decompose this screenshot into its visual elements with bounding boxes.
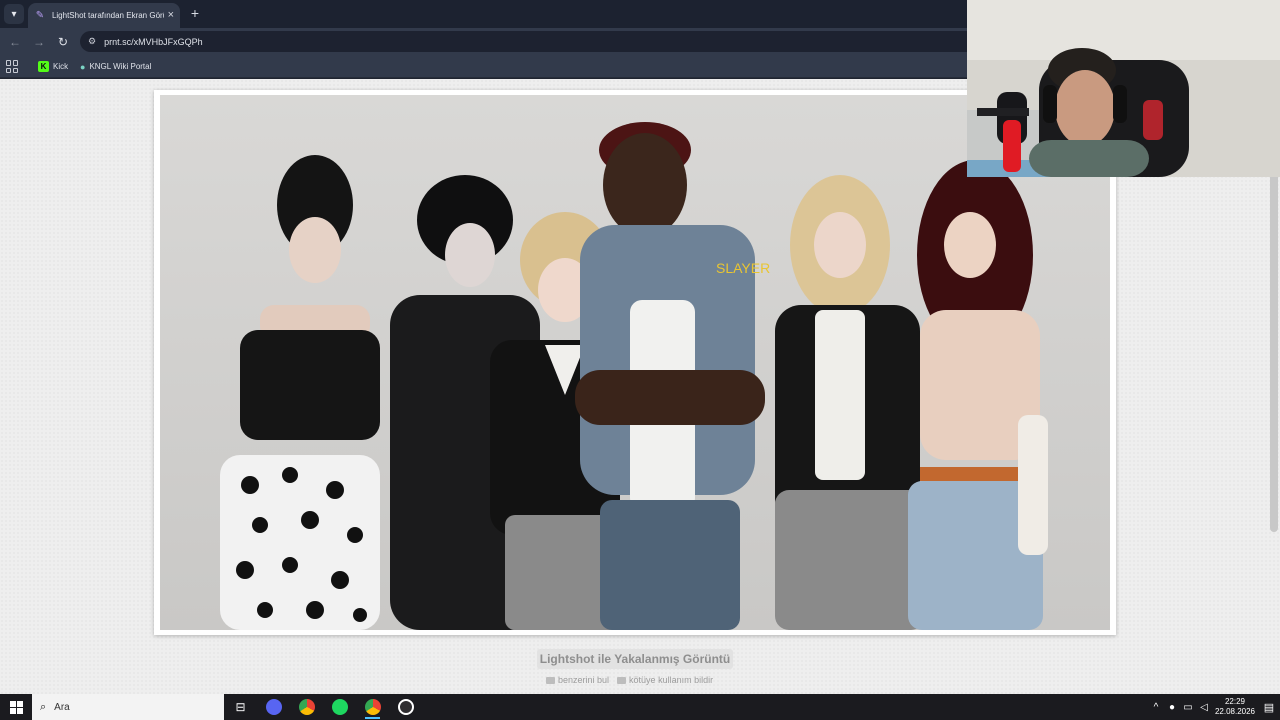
page-caption: Lightshot ile Yakalanmış Görüntü <box>537 649 733 669</box>
find-similar-link[interactable]: benzerini bul <box>546 675 609 685</box>
report-abuse-label: kötüye kullanım bildir <box>629 675 714 685</box>
bookmark-label: Kick <box>53 62 69 71</box>
back-arrow-icon[interactable]: ← <box>6 33 24 51</box>
spotify-icon[interactable] <box>323 694 356 720</box>
tab-active[interactable]: ✎ LightShot tarafından Ekran Görüntüsü × <box>28 3 180 28</box>
volume-icon[interactable]: ◁ <box>1196 702 1212 713</box>
image-icon <box>546 676 555 684</box>
tab-search-button[interactable]: ▾ <box>4 4 24 24</box>
taskbar: ⌕ Ara ⊟ ^ ● ▭ ◁ 22:29 22.08.2026 ▤ <box>0 694 1280 720</box>
close-icon[interactable]: × <box>168 10 174 21</box>
wiki-globe-icon: ● <box>80 61 86 72</box>
bookmark-kngl-wiki[interactable]: ● KNGL Wiki Portal <box>80 59 151 74</box>
forward-arrow-icon[interactable]: → <box>30 33 48 51</box>
address-bar[interactable]: ⚙ prnt.sc/xMVHbJFxGQPh <box>80 31 980 52</box>
chrome-icon[interactable] <box>290 694 323 720</box>
search-placeholder: Ara <box>54 701 70 713</box>
taskbar-search[interactable]: ⌕ Ara <box>32 694 224 720</box>
search-icon: ⌕ <box>40 700 47 713</box>
apps-grid-icon[interactable] <box>6 60 19 73</box>
network-icon[interactable]: ▭ <box>1180 702 1196 713</box>
flag-icon <box>617 676 627 684</box>
url-text[interactable]: prnt.sc/xMVHbJFxGQPh <box>104 37 203 47</box>
svg-text:SLAYER: SLAYER <box>716 260 770 276</box>
bookmark-label: KNGL Wiki Portal <box>89 62 152 71</box>
kick-icon: K <box>38 61 49 72</box>
webcam-overlay <box>967 0 1280 177</box>
start-button[interactable] <box>0 694 32 720</box>
site-info-icon[interactable]: ⚙ <box>88 36 96 47</box>
windows-icon <box>9 700 23 714</box>
lightshot-feather-icon: ✎ <box>35 10 45 21</box>
task-view-icon[interactable]: ⊟ <box>224 694 257 720</box>
figure-6 <box>908 160 1048 630</box>
system-tray: ^ ● ▭ ◁ 22:29 22.08.2026 ▤ <box>1148 694 1280 720</box>
clock-date: 22.08.2026 <box>1214 707 1256 716</box>
report-abuse-link[interactable]: kötüye kullanım bildir <box>617 675 713 685</box>
chevron-up-icon[interactable]: ^ <box>1148 702 1164 713</box>
microphone-icon[interactable]: ● <box>1164 702 1180 713</box>
notification-icon[interactable]: ▤ <box>1258 701 1280 714</box>
tab-title: LightShot tarafından Ekran Görüntüsü <box>51 11 164 20</box>
discord-icon[interactable] <box>257 694 290 720</box>
clock-time: 22:29 <box>1224 697 1246 706</box>
find-similar-label: benzerini bul <box>558 675 610 685</box>
obs-icon[interactable] <box>389 694 422 720</box>
webcam-feed <box>967 0 1280 177</box>
taskbar-clock[interactable]: 22:29 22.08.2026 <box>1212 697 1258 717</box>
bookmark-kick[interactable]: K Kick <box>38 59 68 74</box>
chrome-active-icon[interactable] <box>356 694 389 720</box>
new-tab-button[interactable]: + <box>186 4 204 22</box>
reload-icon[interactable]: ↻ <box>54 33 72 51</box>
page-links: benzerini bul kötüye kullanım bildir <box>546 673 736 687</box>
